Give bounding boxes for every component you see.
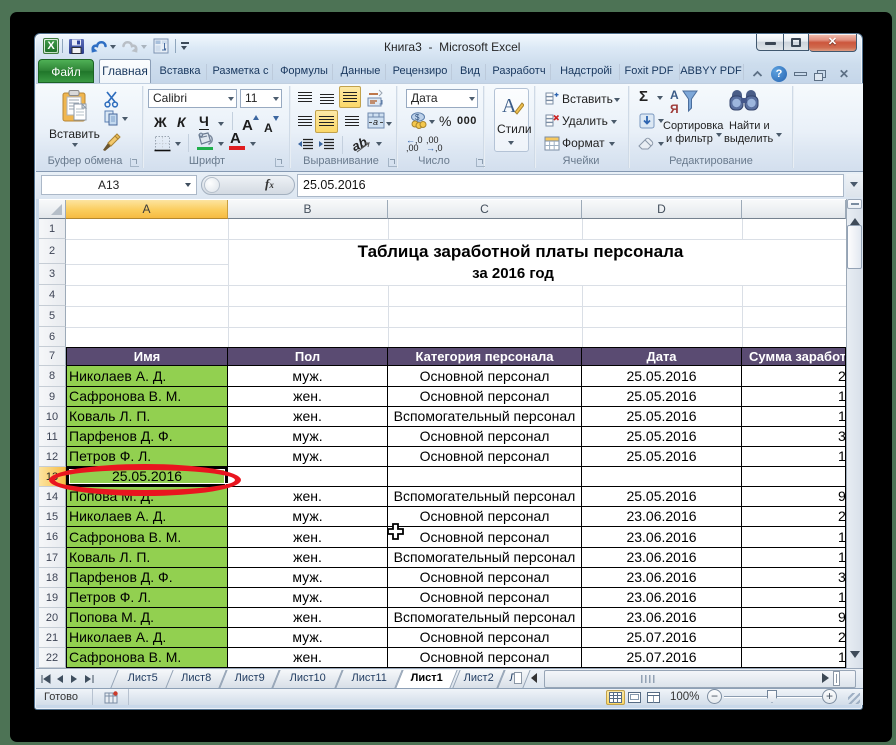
svg-text:a: a bbox=[373, 117, 378, 127]
svg-text:А: А bbox=[502, 95, 517, 117]
svg-text:Я: Я bbox=[670, 102, 679, 116]
svg-text:А: А bbox=[670, 88, 679, 102]
